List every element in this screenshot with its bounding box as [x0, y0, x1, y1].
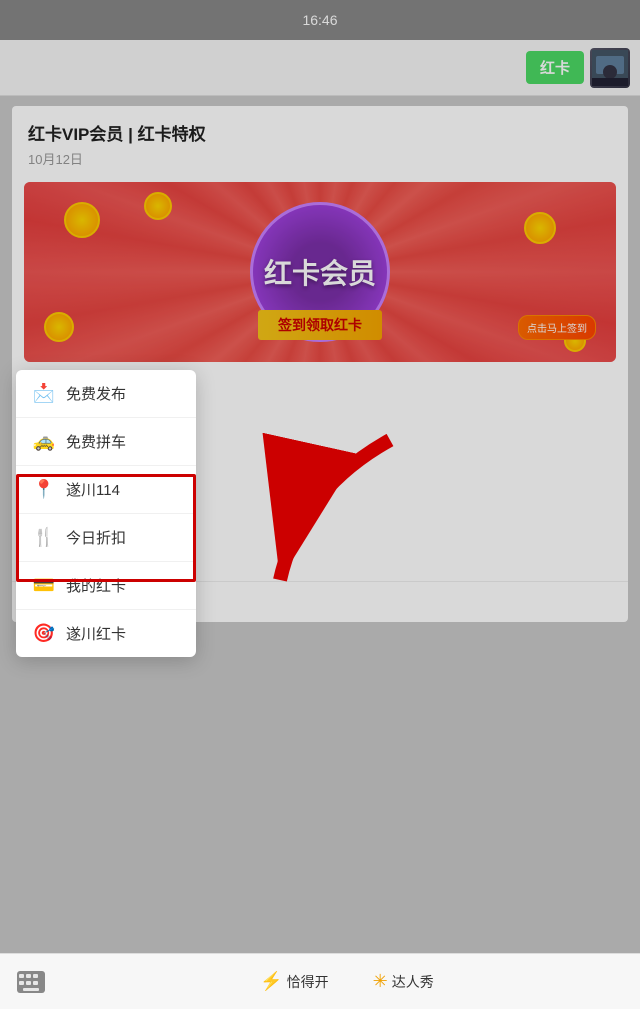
article-date: 10月12日 — [28, 149, 612, 168]
dropdown-item-label-suichuan-redcard: 遂川红卡 — [66, 623, 126, 644]
daren-xiu-label: 达人秀 — [392, 972, 434, 992]
banner-subtitle: 签到领取红卡 — [278, 317, 362, 333]
avatar-image — [590, 48, 630, 88]
red-card-button[interactable]: 红卡 — [526, 51, 584, 84]
article-header: 红卡VIP会员 | 红卡特权 10月12日 — [12, 106, 628, 174]
bottom-button-group: ⚡ 恰得开 ✳ 达人秀 — [54, 963, 640, 1000]
highlight-box — [16, 474, 196, 582]
hegde-kai-label: 恰得开 — [287, 972, 329, 992]
status-bar: 16:46 — [0, 0, 640, 40]
free-carpool-icon: 🚕 — [32, 431, 56, 452]
dropdown-item-free-carpool[interactable]: 🚕 免费拼车 — [16, 418, 196, 466]
top-nav: 红卡 — [0, 40, 640, 96]
hegde-kai-button[interactable]: ⚡ 恰得开 — [242, 963, 346, 1000]
status-time: 16:46 — [302, 12, 337, 28]
dropdown-item-label-free-publish: 免费发布 — [66, 383, 126, 404]
banner-image: 红卡会员 签到领取红卡 点击马上签到 — [24, 182, 616, 362]
banner-action-button[interactable]: 点击马上签到 — [518, 315, 596, 340]
banner-subtitle-bar: 签到领取红卡 — [258, 310, 382, 340]
suichuan-redcard-icon: 🎯 — [32, 623, 56, 644]
avatar-svg — [592, 50, 628, 86]
banner-coin-3 — [44, 312, 74, 342]
daren-xiu-button[interactable]: ✳ 达人秀 — [355, 963, 452, 1000]
star-icon: ✳ — [373, 971, 388, 992]
avatar[interactable] — [590, 48, 630, 88]
banner-coin-1 — [64, 202, 100, 238]
lightning-icon: ⚡ — [260, 971, 282, 992]
wechat-bottom-bar: ⚡ 恰得开 ✳ 达人秀 — [0, 953, 640, 1009]
keyboard-button[interactable] — [8, 959, 54, 1005]
dropdown-item-label-free-carpool: 免费拼车 — [66, 431, 126, 452]
free-publish-icon: 📩 — [32, 383, 56, 404]
keyboard-icon — [17, 971, 45, 993]
banner-coin-4 — [524, 212, 556, 244]
banner-coin-2 — [144, 192, 172, 220]
dropdown-item-suichuan-redcard[interactable]: 🎯 遂川红卡 — [16, 610, 196, 657]
banner-main-text: 红卡会员 — [264, 252, 376, 292]
dropdown-item-free-publish[interactable]: 📩 免费发布 — [16, 370, 196, 418]
article-title: 红卡VIP会员 | 红卡特权 — [28, 120, 612, 145]
